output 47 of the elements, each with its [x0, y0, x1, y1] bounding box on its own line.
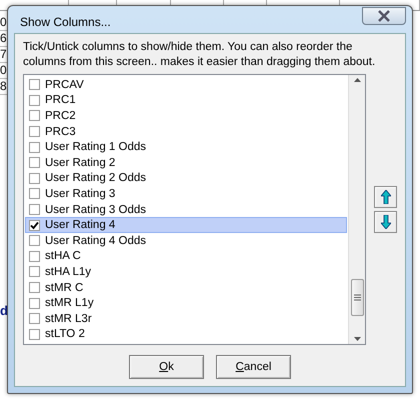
- checkbox[interactable]: [29, 298, 40, 309]
- move-down-button[interactable]: [374, 211, 397, 233]
- list-item[interactable]: User Rating 3: [25, 186, 347, 202]
- arrow-up-icon: [380, 190, 390, 204]
- list-item[interactable]: stMR L3r: [25, 310, 347, 326]
- list-item[interactable]: User Rating 3 Odds: [25, 202, 347, 218]
- checkbox[interactable]: [29, 250, 40, 262]
- list-item[interactable]: PRC1: [25, 92, 347, 108]
- list-item[interactable]: stMR L1y: [25, 295, 347, 311]
- window-title: Show Columns...: [19, 14, 111, 28]
- ok-button[interactable]: Ok: [129, 355, 204, 379]
- scrollbar[interactable]: [348, 75, 365, 344]
- list-item[interactable]: stHA C: [25, 248, 347, 264]
- instructions-text: Tick/Untick columns to show/hide them. You can also reorder the columns from this screen.. makes it easier than dragging them about.: [23, 40, 376, 70]
- list-item[interactable]: User Rating 1 Odds: [25, 139, 347, 155]
- checkbox[interactable]: [29, 157, 40, 168]
- checkbox[interactable]: [29, 188, 40, 200]
- list-item[interactable]: User Rating 4: [25, 217, 347, 233]
- list-item[interactable]: User Rating 4 Odds: [25, 232, 347, 249]
- checkbox[interactable]: [29, 220, 40, 231]
- checkbox[interactable]: [29, 79, 40, 90]
- close-icon: [377, 10, 391, 22]
- checkbox[interactable]: [29, 282, 40, 294]
- checkbox[interactable]: [29, 313, 40, 324]
- list-item[interactable]: PRC2: [25, 108, 347, 124]
- checkbox[interactable]: [29, 110, 40, 122]
- move-up-button[interactable]: [374, 186, 397, 208]
- checkbox[interactable]: [29, 235, 40, 246]
- arrow-down-icon: [380, 215, 390, 229]
- cancel-button[interactable]: Cancel: [216, 355, 291, 379]
- list-item[interactable]: PRCAV: [25, 77, 347, 93]
- grip-icon[interactable]: [354, 294, 360, 301]
- close-button[interactable]: [362, 6, 406, 24]
- checkbox[interactable]: [29, 94, 40, 106]
- checkbox[interactable]: [29, 266, 40, 278]
- list-item[interactable]: PRC3: [25, 124, 347, 140]
- checkbox[interactable]: [29, 142, 40, 153]
- checkbox[interactable]: [29, 172, 40, 184]
- list-item[interactable]: stHA L1y: [25, 264, 347, 280]
- list-item[interactable]: User Rating 2 Odds: [25, 170, 347, 186]
- table-cell: d: [0, 303, 8, 318]
- checkbox[interactable]: [29, 126, 40, 138]
- checkbox[interactable]: [29, 204, 40, 216]
- checkbox[interactable]: [29, 328, 40, 340]
- list-item[interactable]: User Rating 2: [25, 154, 347, 171]
- list-item[interactable]: stLTO 2: [25, 326, 347, 342]
- list-item[interactable]: stMR C: [25, 280, 347, 296]
